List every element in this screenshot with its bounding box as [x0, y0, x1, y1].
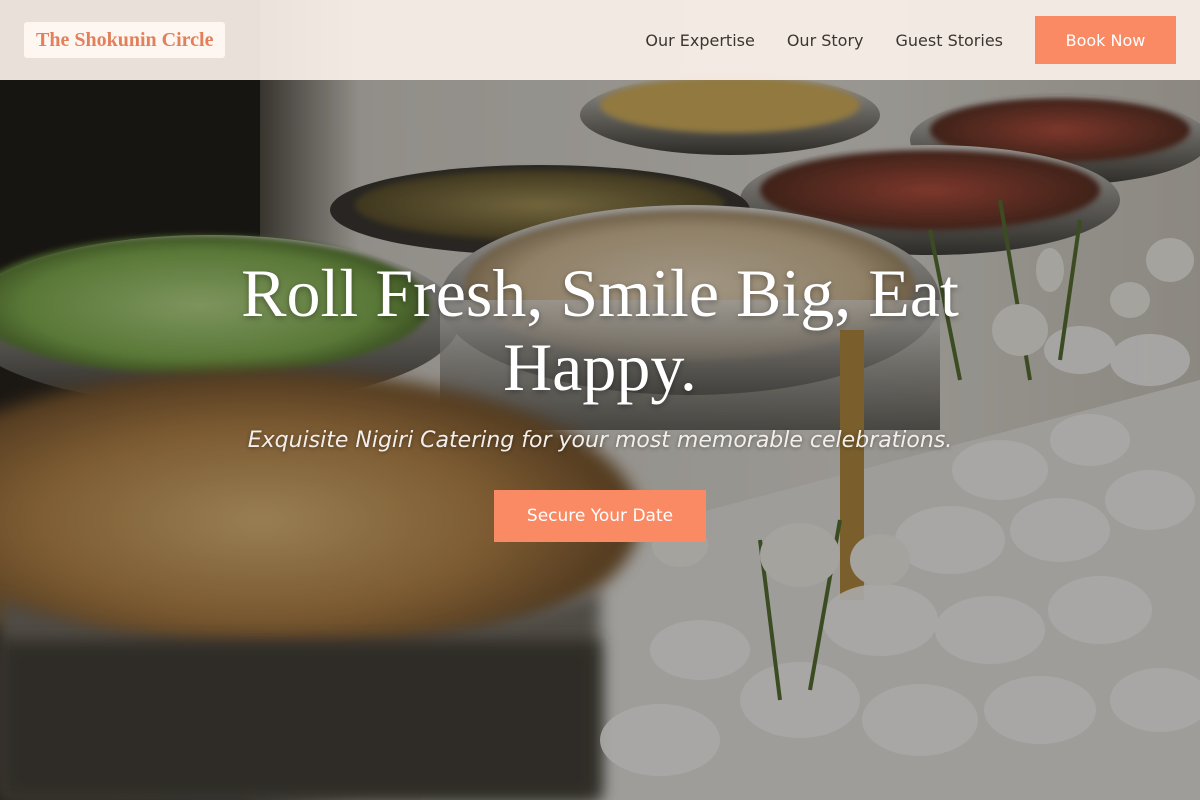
hero-section: Roll Fresh, Smile Big, Eat Happy. Exquis…: [0, 0, 1200, 800]
secure-your-date-button[interactable]: Secure Your Date: [494, 490, 706, 542]
nav-link-guest-stories[interactable]: Guest Stories: [896, 31, 1004, 50]
nav-link-our-story[interactable]: Our Story: [787, 31, 864, 50]
hero-subtitle: Exquisite Nigiri Catering for your most …: [247, 428, 953, 453]
brand-logo[interactable]: The Shokunin Circle: [24, 22, 226, 58]
book-now-button[interactable]: Book Now: [1035, 16, 1176, 64]
hero-content: Roll Fresh, Smile Big, Eat Happy. Exquis…: [0, 0, 1200, 800]
nav-link-our-expertise[interactable]: Our Expertise: [645, 31, 754, 50]
main-nav: Our Expertise Our Story Guest Stories Bo…: [645, 16, 1176, 64]
site-header: The Shokunin Circle Our Expertise Our St…: [0, 0, 1200, 80]
hero-title: Roll Fresh, Smile Big, Eat Happy.: [241, 255, 959, 405]
